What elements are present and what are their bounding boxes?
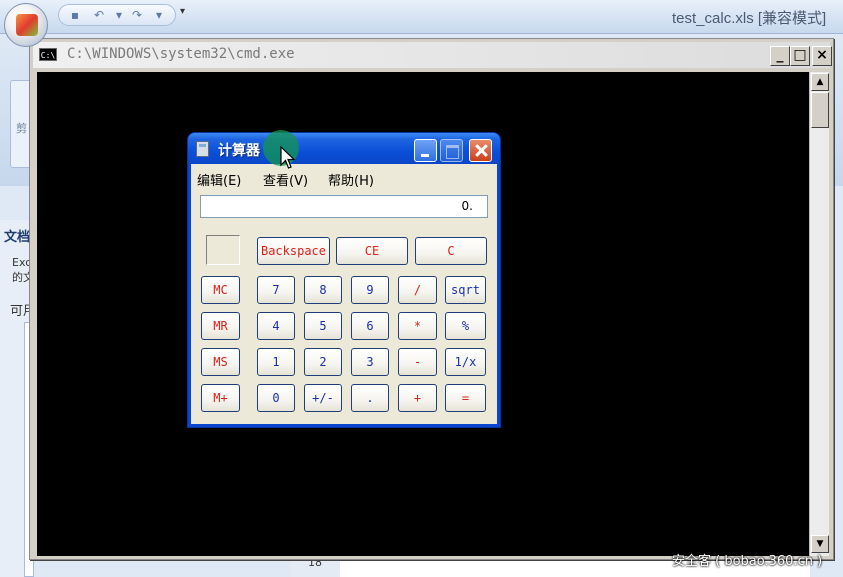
calculator-icon[interactable] xyxy=(196,141,209,157)
reciprocal-button[interactable]: 1/x xyxy=(445,348,486,376)
office-button[interactable] xyxy=(4,3,48,47)
divide-button[interactable]: / xyxy=(398,276,437,304)
calculator-window: 计算器 编辑(E) 查看(V) 帮助(H) 0. Backspace CE C … xyxy=(188,133,500,427)
digit-8-button[interactable]: 8 xyxy=(304,276,342,304)
office-logo-icon xyxy=(16,14,38,36)
multiply-button[interactable]: * xyxy=(398,312,437,340)
subtract-button[interactable]: - xyxy=(398,348,437,376)
excel-window-title: test_calc.xls [兼容模式] xyxy=(672,10,827,27)
calculator-minimize-button[interactable] xyxy=(414,139,437,162)
undo-dropdown-icon[interactable]: ▾ xyxy=(111,8,127,22)
memory-store-button[interactable]: MS xyxy=(201,348,240,376)
save-icon[interactable]: ▪ xyxy=(67,8,83,22)
calculator-body: 编辑(E) 查看(V) 帮助(H) 0. Backspace CE C MC 7… xyxy=(191,164,497,424)
redo-dropdown-icon[interactable]: ▾ xyxy=(151,8,167,22)
add-button[interactable]: + xyxy=(398,384,437,412)
ribbon-fragment-label: 剪 xyxy=(16,122,27,135)
cmd-vertical-scrollbar[interactable]: ▲ ▼ xyxy=(809,72,829,556)
cmd-minimize-button[interactable]: _ xyxy=(770,46,790,66)
cmd-maximize-button[interactable]: □ xyxy=(790,46,810,66)
memory-recall-button[interactable]: MR xyxy=(201,312,240,340)
customize-qat-icon[interactable]: ▾ xyxy=(180,6,185,17)
digit-9-button[interactable]: 9 xyxy=(351,276,389,304)
redo-icon[interactable]: ↷ xyxy=(129,8,145,22)
undo-icon[interactable]: ↶ xyxy=(91,8,107,22)
cmd-icon[interactable]: C:\ xyxy=(39,48,57,61)
document-pane-title: 文档 xyxy=(4,230,31,245)
digit-4-button[interactable]: 4 xyxy=(257,312,295,340)
equals-button[interactable]: = xyxy=(445,384,486,412)
excel-title-bar: ▪ ↶ ▾ ↷ ▾ ▾ test_calc.xls [兼容模式] xyxy=(0,0,843,34)
clear-entry-button[interactable]: CE xyxy=(336,237,408,265)
cmd-title-bar[interactable]: C:\ C:\WINDOWS\system32\cmd.exe _ □ × xyxy=(33,42,832,68)
negate-button[interactable]: +/- xyxy=(304,384,342,412)
calculator-display: 0. xyxy=(200,195,488,218)
sqrt-button[interactable]: sqrt xyxy=(445,276,486,304)
quick-access-toolbar: ▪ ↶ ▾ ↷ ▾ xyxy=(58,4,176,26)
calculator-menu-bar: 编辑(E) 查看(V) 帮助(H) xyxy=(191,164,497,190)
menu-help[interactable]: 帮助(H) xyxy=(328,170,374,189)
digit-7-button[interactable]: 7 xyxy=(257,276,295,304)
calculator-title-bar[interactable]: 计算器 xyxy=(188,133,500,164)
digit-5-button[interactable]: 5 xyxy=(304,312,342,340)
calculator-maximize-button xyxy=(440,139,463,162)
watermark: 安全客 ( bobao.360.cn ) xyxy=(672,554,823,569)
backspace-button[interactable]: Backspace xyxy=(257,237,330,265)
percent-button[interactable]: % xyxy=(445,312,486,340)
memory-clear-button[interactable]: MC xyxy=(201,276,240,304)
digit-1-button[interactable]: 1 xyxy=(257,348,295,376)
digit-3-button[interactable]: 3 xyxy=(351,348,389,376)
memory-indicator xyxy=(206,235,240,265)
decimal-point-button[interactable]: . xyxy=(351,384,389,412)
mouse-cursor-icon xyxy=(280,146,296,169)
scroll-up-button[interactable]: ▲ xyxy=(811,73,829,91)
menu-view[interactable]: 查看(V) xyxy=(263,170,308,189)
digit-0-button[interactable]: 0 xyxy=(257,384,295,412)
clear-button[interactable]: C xyxy=(415,237,487,265)
calculator-title: 计算器 xyxy=(218,143,260,159)
cmd-close-button[interactable]: × xyxy=(812,46,832,66)
memory-add-button[interactable]: M+ xyxy=(201,384,240,412)
scroll-thumb[interactable] xyxy=(811,92,829,128)
calculator-close-button[interactable] xyxy=(469,139,492,162)
digit-2-button[interactable]: 2 xyxy=(304,348,342,376)
digit-6-button[interactable]: 6 xyxy=(351,312,389,340)
cmd-window-title: C:\WINDOWS\system32\cmd.exe xyxy=(67,46,295,62)
menu-edit[interactable]: 编辑(E) xyxy=(197,170,241,189)
